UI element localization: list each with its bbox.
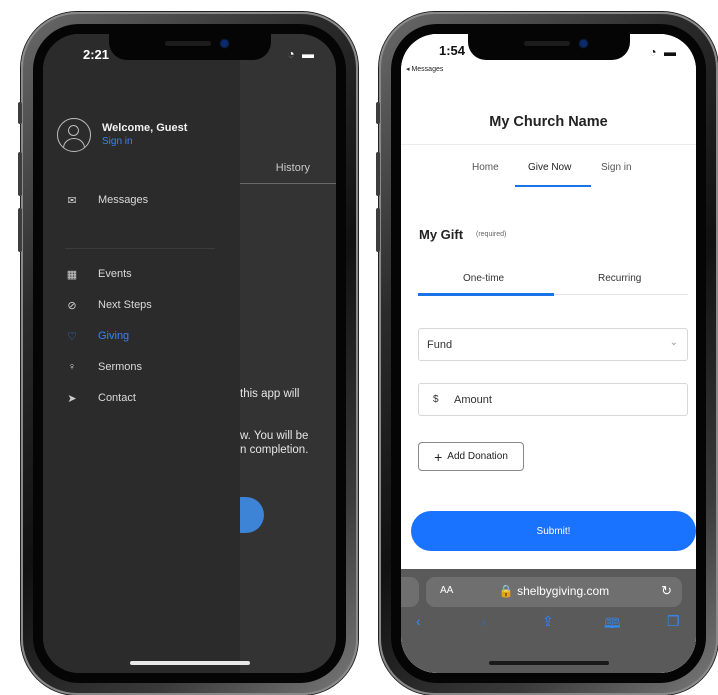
- info-text-line: n completion.: [240, 444, 309, 456]
- calendar-icon: ▦: [66, 268, 78, 281]
- menu-item-sermons[interactable]: ♀ Sermons: [65, 358, 142, 376]
- frequency-selected-underline: [418, 293, 554, 296]
- home-indicator[interactable]: [129, 661, 250, 665]
- menu-item-events[interactable]: ▦ Events: [65, 265, 132, 283]
- add-donation-label: Add Donation: [447, 451, 508, 462]
- divider: [65, 248, 215, 249]
- chevron-down-icon: ⌄: [669, 337, 678, 348]
- wifi-icon: ◔: [287, 47, 297, 61]
- wifi-icon: ◔: [649, 45, 659, 59]
- url-text: 🔒 shelbygiving.com: [498, 584, 610, 598]
- amount-placeholder: Amount: [454, 394, 492, 406]
- mute-switch: [376, 102, 380, 124]
- status-time: 1:54: [439, 43, 466, 58]
- screen-left: 2:21 ◔ ▬ History this app will w. You wi…: [43, 34, 336, 673]
- volume-down-button: [376, 208, 380, 252]
- bookmarks-icon[interactable]: 🕮: [604, 613, 621, 637]
- info-text-line: this app will: [240, 388, 300, 400]
- back-icon[interactable]: ‹: [416, 613, 421, 629]
- status-icons: ◔ ▬: [649, 45, 678, 59]
- share-icon[interactable]: ⇪: [542, 613, 554, 630]
- volume-up-button: [376, 152, 380, 196]
- menu-item-label: Contact: [98, 392, 136, 404]
- mute-switch: [18, 102, 22, 124]
- menu-item-label: Messages: [98, 194, 149, 206]
- status-time: 2:21: [83, 47, 110, 62]
- frequency-recurring[interactable]: Recurring: [598, 273, 641, 284]
- tab-sign-in[interactable]: Sign in: [601, 162, 632, 173]
- add-donation-button[interactable]: + Add Donation: [418, 442, 524, 471]
- microphone-icon: ♀: [67, 361, 77, 373]
- menu-item-messages[interactable]: ✉ Messages: [65, 191, 148, 209]
- forward-icon[interactable]: ›: [481, 613, 486, 629]
- navigation-drawer: Welcome, Guest Sign in ✉ Messages ▦ Even…: [43, 34, 240, 673]
- submit-button[interactable]: Submit!: [411, 511, 696, 551]
- notch: [108, 34, 271, 60]
- menu-item-label: Sermons: [98, 361, 143, 373]
- status-icons: ◔ ▬: [287, 47, 316, 61]
- menu-item-label: Next Steps: [98, 299, 152, 311]
- volume-down-button: [18, 208, 22, 252]
- tab-divider: [233, 183, 336, 184]
- menu-item-contact[interactable]: ➤ Contact: [65, 389, 136, 407]
- home-indicator[interactable]: [488, 661, 609, 665]
- tabs-icon[interactable]: ❐: [667, 613, 680, 630]
- volume-up-button: [18, 152, 22, 196]
- battery-icon: ▬: [302, 47, 316, 61]
- phone-frame-right: 1:54 ◂ Messages ◔ ▬ My Church Name Home …: [376, 12, 718, 695]
- heart-icon: ♡: [67, 330, 77, 343]
- sign-in-link[interactable]: Sign in: [102, 136, 133, 147]
- frequency-one-time[interactable]: One-time: [463, 273, 504, 284]
- menu-item-giving[interactable]: ♡ Giving: [65, 327, 129, 345]
- currency-symbol: $: [433, 394, 439, 405]
- paper-plane-icon: ➤: [67, 392, 77, 405]
- menu-item-label: Events: [98, 268, 132, 280]
- envelope-icon: ✉: [67, 194, 77, 207]
- welcome-text: Welcome, Guest: [102, 122, 188, 134]
- reload-icon[interactable]: ↻: [661, 583, 672, 599]
- back-to-messages-link[interactable]: ◂ Messages: [406, 65, 443, 73]
- tab-give-now[interactable]: Give Now: [528, 162, 571, 173]
- fund-select[interactable]: Fund ⌄: [418, 328, 688, 361]
- required-label: (required): [476, 231, 507, 238]
- avatar-icon[interactable]: [57, 118, 91, 152]
- gift-title: My Gift: [419, 227, 464, 242]
- phone-frame-left: 2:21 ◔ ▬ History this app will w. You wi…: [18, 12, 358, 695]
- menu-item-next-steps[interactable]: ⊘ Next Steps: [65, 296, 152, 314]
- compass-icon: ⊘: [67, 299, 77, 312]
- top-tabs: Home Give Now Sign in: [401, 144, 696, 188]
- notch: [467, 34, 630, 60]
- church-name: My Church Name: [489, 114, 608, 130]
- battery-icon: ▬: [664, 45, 678, 59]
- plus-icon: +: [434, 448, 443, 465]
- tab-history[interactable]: History: [276, 162, 310, 174]
- browser-toolbar: AA 🔒 shelbygiving.com ↻ ‹ › ⇪ 🕮 ❐: [401, 569, 696, 673]
- info-text-line: w. You will be: [240, 430, 309, 442]
- tab-home[interactable]: Home: [472, 162, 499, 173]
- previous-tab-pill[interactable]: [401, 577, 419, 607]
- address-bar[interactable]: AA 🔒 shelbygiving.com ↻: [426, 577, 682, 607]
- screen-right: 1:54 ◂ Messages ◔ ▬ My Church Name Home …: [401, 34, 696, 673]
- menu-item-label: Giving: [98, 330, 130, 342]
- fund-placeholder: Fund: [427, 339, 453, 351]
- amount-input[interactable]: $ Amount: [418, 383, 688, 416]
